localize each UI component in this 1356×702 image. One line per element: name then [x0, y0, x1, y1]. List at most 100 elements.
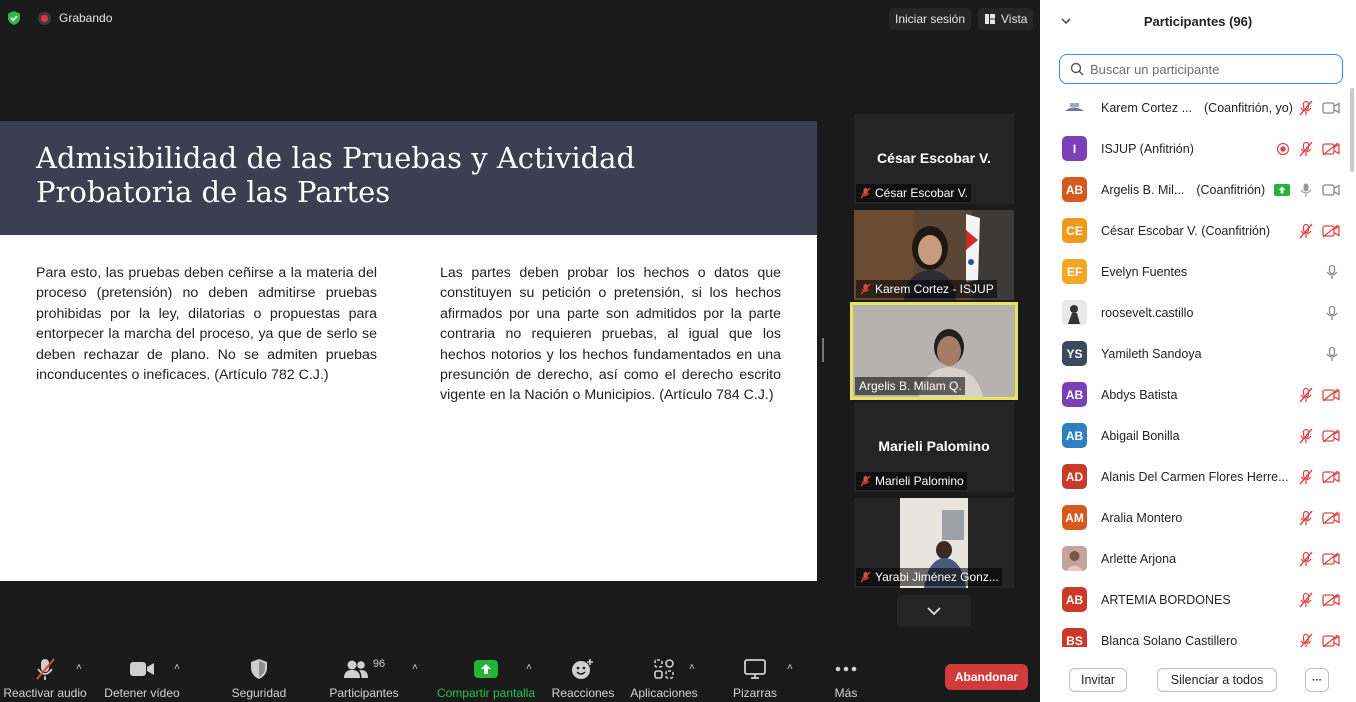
participant-search-box[interactable]: [1059, 54, 1343, 84]
stop-video-button[interactable]: Detener vídeo: [102, 656, 182, 700]
participant-name-text: Argelis B. Mil...: [1101, 182, 1185, 197]
view-button[interactable]: Vista: [978, 8, 1034, 30]
participant-name-text: ARTEMIA BORDONES: [1101, 592, 1231, 607]
panel-header: Participantes (96): [1040, 0, 1356, 44]
video-tile-argelis-active-speaker[interactable]: Argelis B. Milam Q.: [850, 302, 1018, 400]
participant-status-icons[interactable]: [1324, 305, 1340, 321]
participant-avatar: [1062, 546, 1087, 571]
view-label: Vista: [1001, 12, 1028, 26]
participant-status-icons[interactable]: [1298, 100, 1340, 116]
panel-title: Participantes (96): [1143, 14, 1253, 29]
chevron-down-icon: [927, 607, 941, 615]
leave-meeting-button[interactable]: Abandonar: [945, 664, 1028, 690]
participant-status-icons[interactable]: [1298, 469, 1340, 485]
meeting-stage: Grabando Iniciar sesión Vista Admisibili…: [0, 0, 1040, 702]
security-button[interactable]: Seguridad: [222, 656, 296, 700]
more-button[interactable]: Más: [826, 656, 866, 700]
gallery-next-page-button[interactable]: [897, 595, 971, 627]
mute-all-button[interactable]: Silenciar a todos: [1157, 668, 1277, 692]
mic-icon: [1326, 346, 1338, 361]
audio-options-caret-icon[interactable]: ˄: [76, 662, 82, 673]
video-off-icon: [1322, 469, 1340, 484]
muted-mic-icon: [1299, 469, 1313, 484]
participant-row[interactable]: Arlette Arjona: [1040, 538, 1348, 579]
participant-status-icons[interactable]: [1298, 633, 1340, 647]
participant-status-icons[interactable]: [1298, 428, 1340, 444]
muted-mic-icon: [1299, 223, 1313, 238]
participant-row[interactable]: EF Evelyn Fuentes: [1040, 251, 1348, 292]
participant-row[interactable]: AM Aralia Montero: [1040, 497, 1348, 538]
participant-search-input[interactable]: [1090, 61, 1330, 77]
apps-options-caret-icon[interactable]: ˄: [689, 662, 695, 673]
meeting-toolbar: Reactivar audio ˄ Detener vídeo ˄ Seguri…: [0, 648, 1040, 702]
participant-row[interactable]: AB ARTEMIA BORDONES: [1040, 579, 1348, 620]
whiteboards-button[interactable]: Pizarras: [726, 656, 784, 700]
participant-row[interactable]: AB Abigail Bonilla: [1040, 415, 1348, 456]
video-camera-icon: [1322, 101, 1340, 114]
participant-name: Karem Cortez ... (Coanfitrión, yo): [1101, 101, 1293, 115]
reactions-emoji-icon: [572, 659, 593, 679]
splitter-handle[interactable]: [822, 338, 824, 362]
panel-footer: Invitar Silenciar a todos ···: [1040, 654, 1356, 702]
video-tile-karem[interactable]: Karem Cortez - ISJUP: [854, 210, 1014, 300]
participant-status-icons[interactable]: [1298, 387, 1340, 403]
participant-status-icons[interactable]: [1324, 264, 1340, 280]
invite-button[interactable]: Invitar: [1069, 668, 1127, 692]
video-off-icon: [1322, 592, 1340, 607]
participant-list: Karem Cortez ... (Coanfitrión, yo) I ISJUP …: [1040, 87, 1348, 647]
participant-status-icons[interactable]: [1298, 551, 1340, 567]
participant-row[interactable]: roosevelt.castillo: [1040, 292, 1348, 333]
participant-status-icons[interactable]: [1298, 510, 1340, 526]
whiteboards-options-caret-icon[interactable]: ˄: [787, 662, 793, 673]
reactions-button[interactable]: Reacciones: [550, 656, 616, 700]
video-off-icon: [1322, 141, 1340, 156]
muted-mic-icon: [860, 571, 871, 583]
recording-indicator[interactable]: Grabando: [38, 11, 112, 25]
participant-role: (Coanfitrión, yo): [1204, 100, 1293, 115]
signin-button[interactable]: Iniciar sesión: [889, 8, 972, 30]
participant-name: Arlette Arjona: [1101, 552, 1176, 566]
video-tile-cesar[interactable]: César Escobar V. César Escobar V.: [854, 114, 1014, 204]
mic-icon: [1326, 305, 1338, 320]
share-options-caret-icon[interactable]: ˄: [526, 662, 532, 673]
participant-row[interactable]: BS Blanca Solano Castillero: [1040, 620, 1348, 647]
participants-options-caret-icon[interactable]: ˄: [412, 662, 418, 673]
participant-avatar: CE: [1062, 218, 1087, 243]
participant-avatar: AB: [1062, 423, 1087, 448]
participants-icon: [343, 660, 368, 678]
more-dots-icon: [835, 666, 857, 672]
participant-row[interactable]: Karem Cortez ... (Coanfitrión, yo): [1040, 87, 1348, 128]
participant-row[interactable]: AB Argelis B. Mil... (Coanfitrión): [1040, 169, 1348, 210]
participant-row[interactable]: CE César Escobar V. (Coanfitrión): [1040, 210, 1348, 251]
participant-name-text: Yamileth Sandoya: [1101, 346, 1202, 361]
participant-row[interactable]: YS Yamileth Sandoya: [1040, 333, 1348, 374]
participant-status-icons[interactable]: [1324, 346, 1340, 362]
participants-button[interactable]: 96 Participantes: [326, 656, 402, 700]
panel-more-button[interactable]: ···: [1305, 668, 1329, 692]
search-icon: [1070, 62, 1084, 76]
participant-name-text: Evelyn Fuentes: [1101, 264, 1188, 279]
video-options-caret-icon[interactable]: ˄: [174, 662, 180, 673]
participant-status-icons[interactable]: [1298, 592, 1340, 608]
participant-avatar: AB: [1062, 177, 1087, 202]
video-tile-yarabi[interactable]: Yarabi Jiménez Gonz...: [854, 498, 1014, 588]
muted-mic-icon: [860, 283, 871, 295]
participant-name: Yamileth Sandoya: [1101, 347, 1202, 361]
participant-row[interactable]: I ISJUP (Anfitrión): [1040, 128, 1348, 169]
share-screen-button[interactable]: Compartir pantalla: [436, 656, 536, 700]
participant-status-icons[interactable]: [1276, 141, 1340, 157]
encryption-shield-icon[interactable]: [6, 10, 22, 26]
muted-mic-icon: [1299, 100, 1313, 115]
video-off-icon: [1322, 387, 1340, 402]
unmute-audio-button[interactable]: Reactivar audio: [3, 656, 87, 700]
participant-status-icons[interactable]: [1298, 223, 1340, 239]
avatar-photo-icon: [1062, 546, 1087, 571]
participant-row[interactable]: AD Alanis Del Carmen Flores Herre...: [1040, 456, 1348, 497]
participant-list-scrollbar[interactable]: [1350, 88, 1354, 172]
participant-avatar: AB: [1062, 382, 1087, 407]
recording-icon: [1276, 142, 1290, 155]
video-tile-marieli[interactable]: Marieli Palomino Marieli Palomino: [854, 402, 1014, 492]
participant-name: Blanca Solano Castillero: [1101, 634, 1237, 648]
participant-row[interactable]: AB Abdys Batista: [1040, 374, 1348, 415]
participant-status-icons[interactable]: [1274, 182, 1340, 198]
